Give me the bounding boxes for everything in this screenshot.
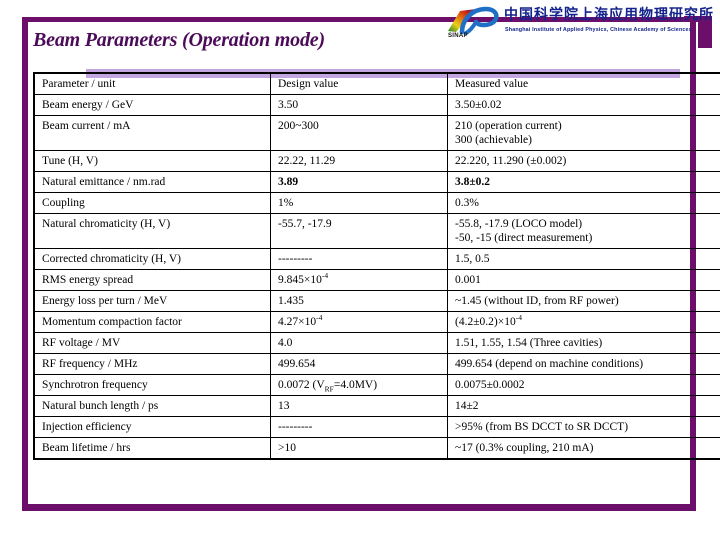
cell-parameter: Natural emittance / nm.rad (33, 171, 271, 193)
cell-measured: 1.5, 0.5 (447, 248, 720, 270)
table-row: RF frequency / MHz 499.654 499.654 (depe… (33, 353, 720, 375)
cell-parameter: Beam energy / GeV (33, 94, 271, 116)
cell-measured: 22.220, 11.290 (±0.002) (447, 150, 720, 172)
cell-design: 1% (270, 192, 448, 214)
cell-design-mantissa: 4.27×10 (278, 316, 317, 328)
cell-measured: -55.8, -17.9 (LOCO model) -50, -15 (dire… (447, 213, 720, 249)
cell-parameter: RF voltage / MV (33, 332, 271, 354)
cell-design: --------- (270, 416, 448, 438)
table-row: RF voltage / MV 4.0 1.51, 1.55, 1.54 (Th… (33, 332, 720, 354)
cell-parameter: RF frequency / MHz (33, 353, 271, 375)
cell-design: 22.22, 11.29 (270, 150, 448, 172)
cell-parameter: Natural bunch length / ps (33, 395, 271, 417)
cell-parameter: Tune (H, V) (33, 150, 271, 172)
cell-parameter: Natural chromaticity (H, V) (33, 213, 271, 249)
cell-measured: 0.3% (447, 192, 720, 214)
cell-measured: 0.001 (447, 269, 720, 291)
cell-measured-exponent: -4 (515, 313, 522, 323)
cell-measured-mantissa: (4.2±0.2)×10 (455, 316, 516, 328)
cell-design-mantissa: 9.845×10 (278, 274, 322, 286)
cell-parameter: Synchrotron frequency (33, 374, 271, 396)
table-row: Coupling 1% 0.3% (33, 192, 720, 214)
cell-measured: ~1.45 (without ID, from RF power) (447, 290, 720, 312)
cell-parameter: RMS energy spread (33, 269, 271, 291)
slide-bottom-clip (0, 518, 720, 540)
cell-design: 4.0 (270, 332, 448, 354)
cell-measured-line1: 210 (operation current) (455, 120, 562, 132)
table-row: Injection efficiency --------- >95% (fro… (33, 416, 720, 438)
page-title: Beam Parameters (Operation mode) (33, 28, 325, 51)
table-row: Energy loss per turn / MeV 1.435 ~1.45 (… (33, 290, 720, 312)
header-parameter: Parameter / unit (33, 72, 271, 95)
table-row: Beam energy / GeV 3.50 3.50±0.02 (33, 94, 720, 116)
logo-english-name: Shanghai Institute of Applied Physics, C… (505, 27, 692, 33)
table-row: Beam current / mA 200~300 210 (operation… (33, 115, 720, 151)
cell-measured: >95% (from BS DCCT to SR DCCT) (447, 416, 720, 438)
table-row: Corrected chromaticity (H, V) --------- … (33, 248, 720, 270)
cell-measured-line1: -55.8, -17.9 (LOCO model) (455, 218, 583, 230)
cell-measured: 210 (operation current) 300 (achievable) (447, 115, 720, 151)
cell-design-exponent: -4 (321, 271, 329, 281)
table-row: RMS energy spread 9.845×10-4 0.001 (33, 269, 720, 291)
cell-parameter: Coupling (33, 192, 271, 214)
table-row: Natural bunch length / ps 13 14±2 (33, 395, 720, 417)
cell-design: 499.654 (270, 353, 448, 375)
cell-measured: 14±2 (447, 395, 720, 417)
cell-design: 1.435 (270, 290, 448, 312)
table-row: Tune (H, V) 22.22, 11.29 22.220, 11.290 … (33, 150, 720, 172)
cell-parameter: Injection efficiency (33, 416, 271, 438)
sinap-logo: SINAP 中国科学院上海应用物理研究所 Shanghai Institute … (446, 6, 714, 48)
cell-measured: ~17 (0.3% coupling, 210 mA) (447, 437, 720, 460)
header-measured-value: Measured value (447, 72, 720, 95)
logo-chinese-name: 中国科学院上海应用物理研究所 (504, 7, 714, 23)
cell-measured: 499.654 (depend on machine conditions) (447, 353, 720, 375)
cell-parameter: Beam lifetime / hrs (33, 437, 271, 460)
cell-design-exponent: -4 (316, 313, 323, 323)
cell-parameter: Corrected chromaticity (H, V) (33, 248, 271, 270)
cell-design-post: =4.0MV) (333, 379, 378, 391)
cell-design: 9.845×10-4 (270, 269, 448, 291)
cell-parameter: Beam current / mA (33, 115, 271, 151)
table-row: Momentum compaction factor 4.27×10-4 (4.… (33, 311, 720, 333)
cell-design: 3.50 (270, 94, 448, 116)
cell-design: 3.89 (270, 171, 448, 193)
cell-design: -55.7, -17.9 (270, 213, 448, 249)
cell-measured: 3.8±0.2 (447, 171, 720, 193)
cell-measured: 3.50±0.02 (447, 94, 720, 116)
cell-design: >10 (270, 437, 448, 460)
table-row: Beam lifetime / hrs >10 ~17 (0.3% coupli… (33, 437, 720, 460)
cell-measured: (4.2±0.2)×10-4 (447, 311, 720, 333)
table-header-row: Parameter / unit Design value Measured v… (33, 72, 720, 95)
cell-design-subscript: RF (324, 384, 334, 394)
cell-design-pre: 0.0072 (V (278, 379, 325, 391)
cell-parameter: Energy loss per turn / MeV (33, 290, 271, 312)
cell-measured: 1.51, 1.55, 1.54 (Three cavities) (447, 332, 720, 354)
cell-parameter: Momentum compaction factor (33, 311, 271, 333)
logo-acronym: SINAP (448, 33, 468, 39)
cell-measured: 0.0075±0.0002 (447, 374, 720, 396)
cell-measured-line2: 300 (achievable) (455, 134, 532, 146)
header-design-value: Design value (270, 72, 448, 95)
cell-design: 200~300 (270, 115, 448, 151)
table-row: Synchrotron frequency 0.0072 (VRF=4.0MV)… (33, 374, 720, 396)
table-row: Natural emittance / nm.rad 3.89 3.8±0.2 (33, 171, 720, 193)
cell-design: 0.0072 (VRF=4.0MV) (270, 374, 448, 396)
cell-design: --------- (270, 248, 448, 270)
beam-parameters-table: Parameter / unit Design value Measured v… (33, 72, 720, 460)
cell-design: 13 (270, 395, 448, 417)
cell-measured-line2: -50, -15 (direct measurement) (455, 232, 593, 244)
cell-design: 4.27×10-4 (270, 311, 448, 333)
table-row: Natural chromaticity (H, V) -55.7, -17.9… (33, 213, 720, 249)
